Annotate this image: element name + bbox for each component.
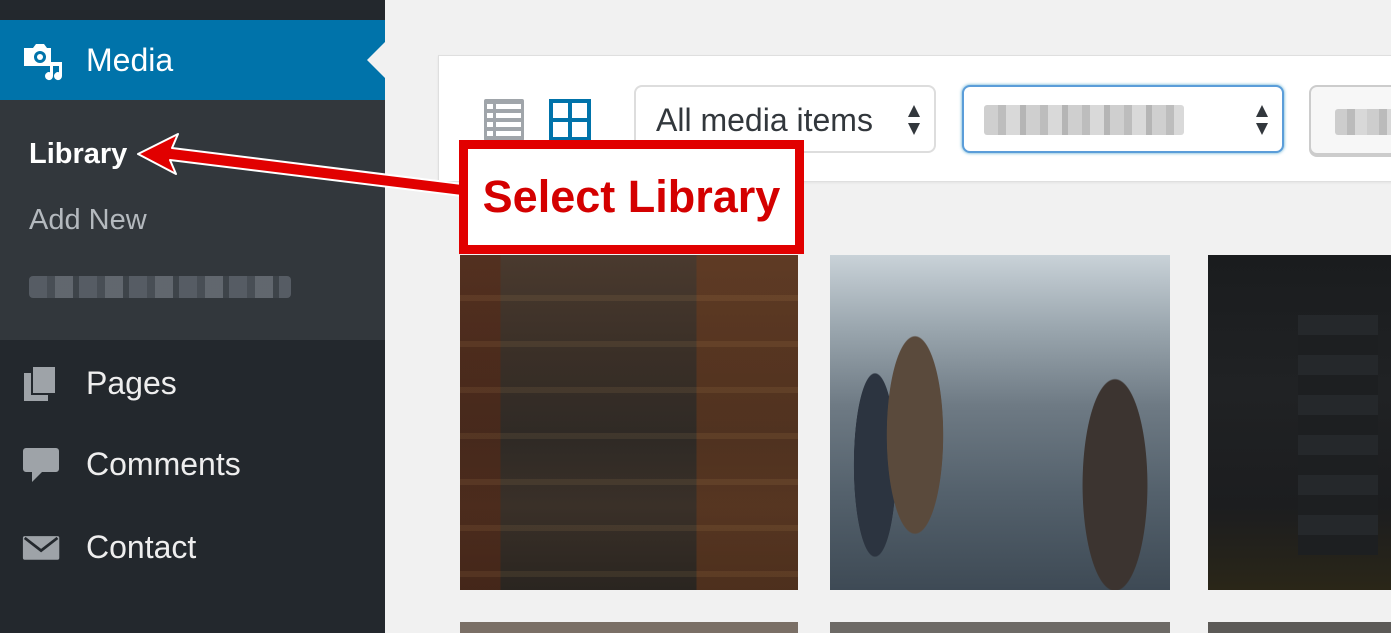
media-thumbnail[interactable] <box>460 255 798 590</box>
bulk-select-label <box>1335 109 1391 135</box>
menu-label-comments: Comments <box>86 446 241 482</box>
media-type-select-value: All media items <box>656 102 873 138</box>
media-thumbnail[interactable] <box>1208 255 1391 590</box>
select-arrows-icon <box>1256 105 1268 135</box>
annotation-text: Select Library <box>482 171 781 222</box>
current-menu-caret <box>367 42 385 78</box>
menu-item-comments[interactable]: Comments <box>0 428 385 498</box>
submenu-item-add-new[interactable]: Add New <box>29 202 147 238</box>
menu-label-media: Media <box>86 42 174 78</box>
bulk-select-button[interactable] <box>1309 85 1391 155</box>
media-date-select[interactable] <box>962 85 1284 153</box>
media-date-select-value <box>984 105 1184 135</box>
comments-icon <box>23 448 59 482</box>
media-thumbnail[interactable] <box>830 255 1170 590</box>
media-icon <box>24 44 63 81</box>
admin-sidebar: Media Library Add New Pages Comments Con… <box>0 0 385 633</box>
menu-label-pages: Pages <box>86 365 177 401</box>
menu-item-media[interactable]: Media <box>0 20 385 100</box>
submenu-item-library[interactable]: Library <box>29 136 127 172</box>
select-arrows-icon <box>908 105 920 135</box>
menu-item-contact[interactable]: Contact <box>0 511 385 581</box>
list-view-icon[interactable] <box>482 95 526 143</box>
pages-icon <box>24 365 57 401</box>
media-thumbnail[interactable] <box>460 622 798 633</box>
menu-label-contact: Contact <box>86 529 197 565</box>
annotation-callout: Select Library <box>459 140 804 254</box>
annotation-arrow <box>137 133 463 197</box>
grid-view-icon[interactable] <box>547 95 593 143</box>
media-thumbnail[interactable] <box>1208 622 1391 633</box>
submenu-item-blurred[interactable] <box>29 276 291 298</box>
envelope-icon <box>22 536 60 560</box>
media-thumbnail[interactable] <box>830 622 1170 633</box>
menu-item-pages[interactable]: Pages <box>0 347 385 417</box>
